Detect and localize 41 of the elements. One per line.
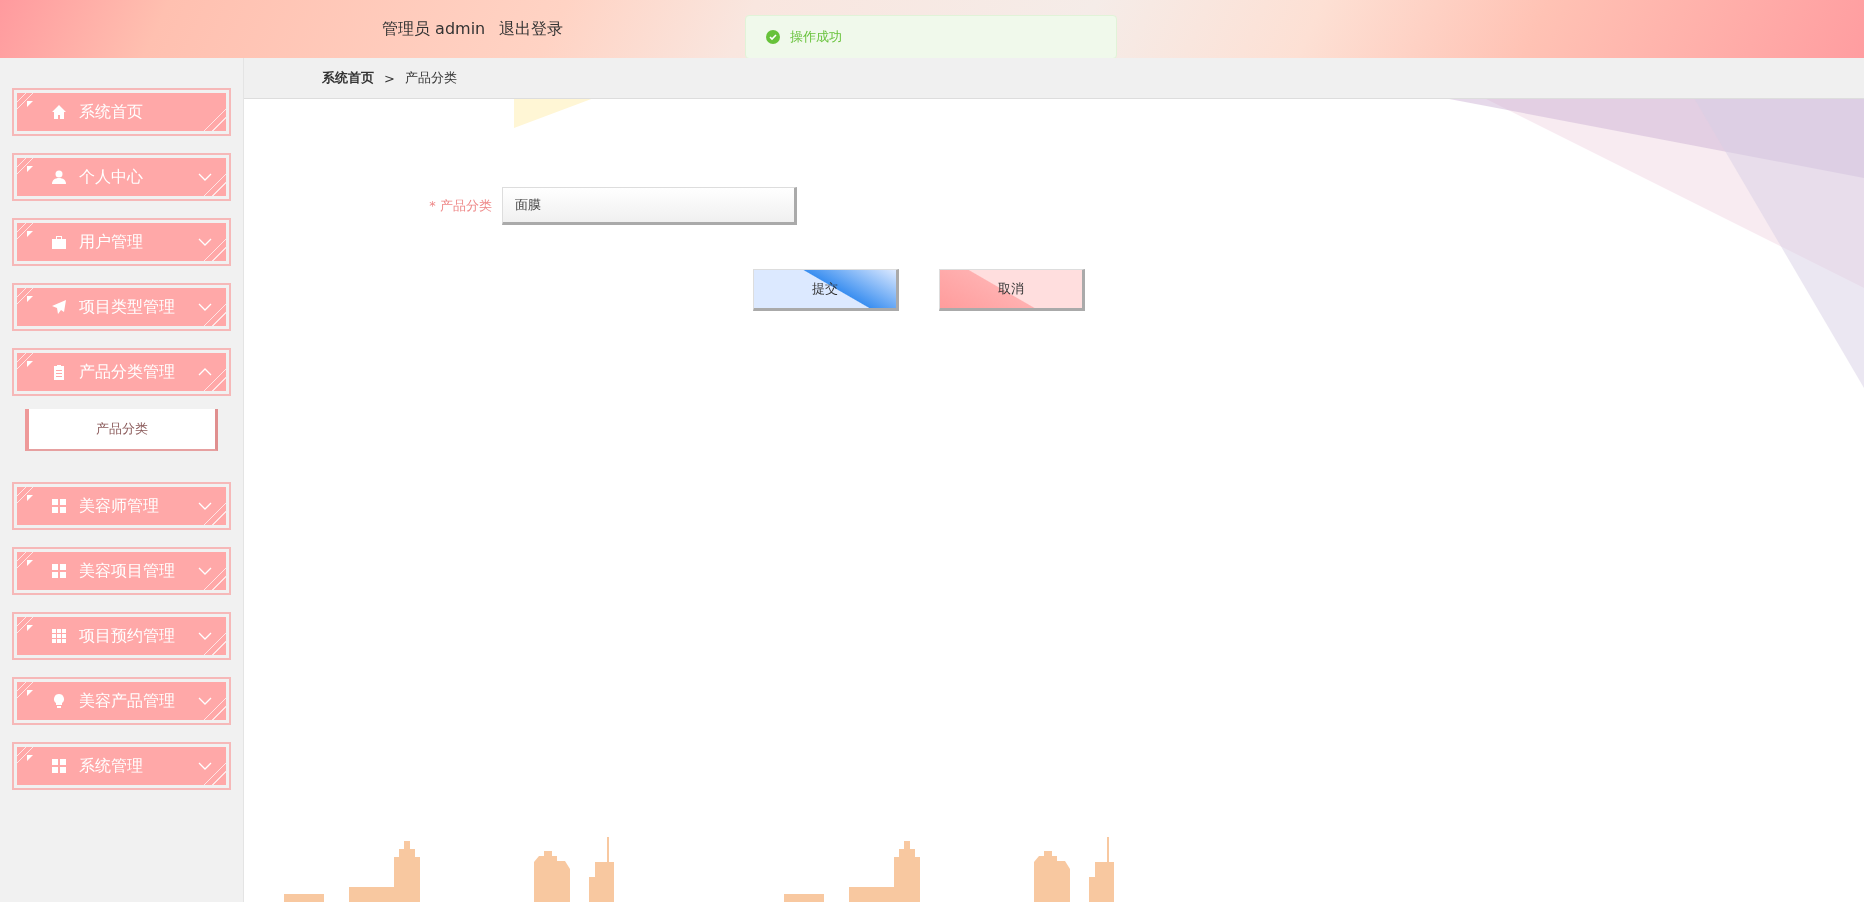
input-field[interactable]: 面膜 bbox=[502, 187, 797, 225]
corner-triangle-icon bbox=[27, 296, 33, 302]
breadcrumb-separator: > bbox=[384, 70, 395, 86]
menu-item[interactable]: 美容师管理 bbox=[17, 487, 226, 525]
corner-triangle-icon bbox=[27, 755, 33, 761]
menu-item[interactable]: 项目预约管理 bbox=[17, 617, 226, 655]
clipboard-icon bbox=[51, 364, 67, 380]
cancel-button[interactable]: 取消 bbox=[939, 269, 1085, 311]
menu-item[interactable]: 产品分类管理 bbox=[17, 353, 226, 391]
menu-item[interactable]: 用户管理 bbox=[17, 223, 226, 261]
check-circle-icon bbox=[766, 30, 780, 44]
corner-triangle-icon bbox=[27, 101, 33, 107]
table-icon bbox=[51, 628, 67, 644]
menu-item[interactable]: 个人中心 bbox=[17, 158, 226, 196]
corner-triangle-icon bbox=[27, 495, 33, 501]
menu-item[interactable]: 美容项目管理 bbox=[17, 552, 226, 590]
menu-item[interactable]: 项目类型管理 bbox=[17, 288, 226, 326]
field-label: * 产品分类 bbox=[428, 197, 493, 215]
grid-icon bbox=[51, 498, 67, 514]
breadcrumb-link[interactable]: 系统首页 bbox=[322, 69, 374, 87]
menu-item[interactable]: 美容产品管理 bbox=[17, 682, 226, 720]
light-bulb-icon bbox=[51, 693, 67, 709]
submit-button[interactable]: 提交 bbox=[753, 269, 899, 311]
corner-triangle-icon bbox=[27, 690, 33, 696]
corner-triangle-icon bbox=[27, 560, 33, 566]
corner-triangle-icon bbox=[27, 166, 33, 172]
admin-label: 管理员 admin bbox=[382, 18, 486, 40]
menu-item[interactable]: 系统首页 bbox=[17, 93, 226, 131]
corner-triangle-icon bbox=[27, 625, 33, 631]
grid-icon bbox=[51, 563, 67, 579]
corner-triangle-icon bbox=[27, 231, 33, 237]
briefcase-icon bbox=[51, 234, 67, 250]
paper-plane-icon bbox=[51, 299, 67, 315]
menu-item[interactable]: 系统管理 bbox=[17, 747, 226, 785]
submenu-item[interactable]: 产品分类 bbox=[25, 409, 218, 451]
corner-triangle-icon bbox=[27, 361, 33, 367]
toast-message: 操作成功 bbox=[790, 28, 842, 46]
grid-icon bbox=[51, 758, 67, 774]
home-icon bbox=[51, 104, 67, 120]
logout-link[interactable]: 退出登录 bbox=[499, 18, 564, 40]
user-icon bbox=[51, 169, 67, 185]
